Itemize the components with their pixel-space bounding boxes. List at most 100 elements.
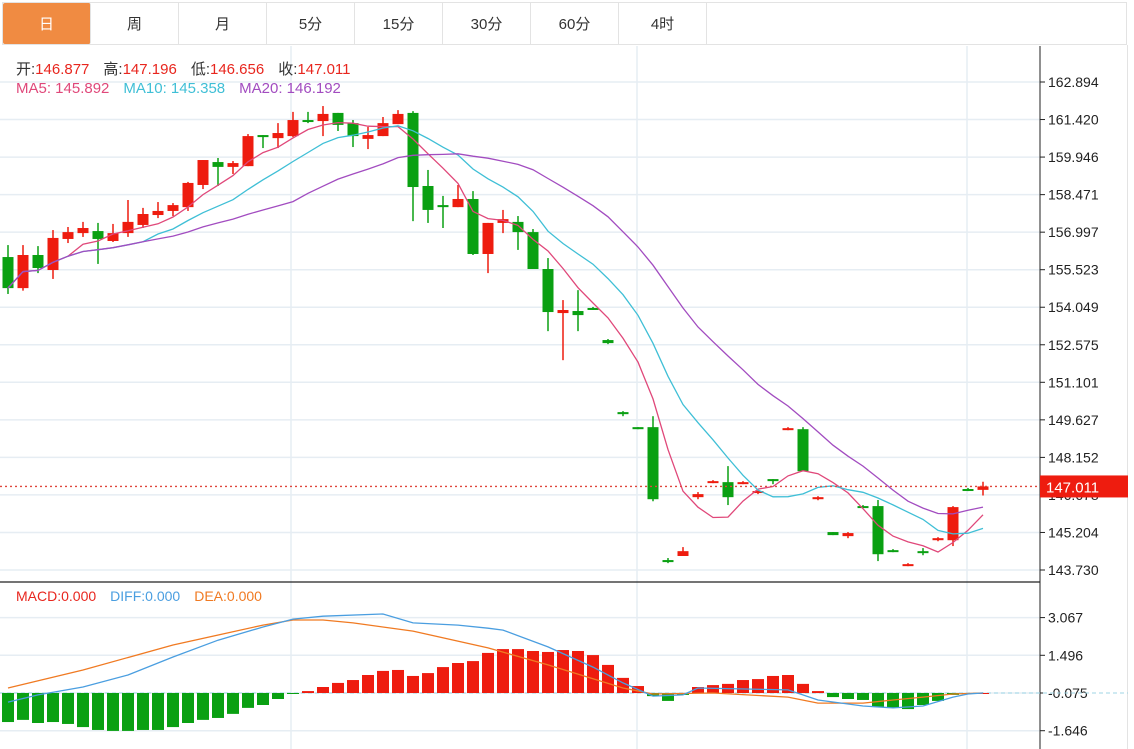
price-axis-label: 155.523: [1048, 262, 1099, 278]
candle-body: [947, 507, 959, 541]
candle: [407, 111, 419, 222]
diff-value: 0.000: [145, 588, 181, 604]
macd-bar: [2, 693, 14, 723]
macd-bar: [452, 663, 464, 693]
candle: [137, 207, 149, 229]
high-label: 高:: [103, 61, 123, 78]
candle: [152, 202, 164, 219]
price-axis-label: 145.204: [1048, 524, 1099, 540]
candle-body: [902, 564, 914, 567]
candle-body: [587, 307, 599, 310]
candle: [692, 492, 704, 500]
candle-body: [137, 214, 149, 225]
macd-bar: [737, 680, 749, 693]
candle-body: [872, 506, 884, 555]
candle: [62, 226, 74, 244]
macd-bar: [587, 655, 599, 693]
candle-body: [962, 489, 974, 492]
candle-body: [287, 120, 299, 137]
candle: [782, 427, 794, 431]
candle-body: [617, 412, 629, 415]
macd-bar: [257, 693, 269, 705]
ohlc-legend: 开:146.877 高:147.196 低:146.656 收:147.011: [16, 58, 351, 79]
candle-body: [677, 551, 689, 556]
macd-bar: [77, 693, 89, 728]
macd-legend: MACD:0.000 DIFF:0.000 DEA:0.000: [16, 588, 262, 604]
candle-body: [362, 135, 374, 139]
macd-bar: [92, 693, 104, 730]
macd-bar: [362, 675, 374, 693]
candle: [2, 245, 14, 294]
ma5-value: MA5: 145.892: [16, 80, 110, 97]
candle: [557, 300, 569, 361]
kline-chart[interactable]: 162.894 161.420 159.946 158.471 156.997 155.5…: [0, 0, 1134, 749]
macd-bar: [107, 693, 119, 731]
macd-bar: [197, 693, 209, 720]
candle: [872, 499, 884, 562]
macd-bar: [437, 667, 449, 693]
diff-label: DIFF:: [110, 588, 146, 604]
macd-bar: [527, 651, 539, 693]
candle: [707, 480, 719, 484]
macd-bar: [467, 661, 479, 693]
macd-bar: [857, 693, 869, 700]
macd-axis-label: 3.067: [1048, 610, 1083, 626]
candle-body: [422, 185, 434, 210]
macd-bar: [227, 693, 239, 714]
candle-body: [662, 560, 674, 563]
candle: [677, 547, 689, 556]
candle: [917, 548, 929, 556]
candle: [467, 191, 479, 256]
candle: [362, 126, 374, 150]
candle: [602, 339, 614, 345]
candle-body: [827, 532, 839, 536]
candle: [617, 411, 629, 417]
macd-axis-label: 1.496: [1048, 647, 1083, 663]
candle-body: [47, 237, 59, 271]
candle-body: [512, 221, 524, 233]
candle: [317, 106, 329, 137]
candle: [257, 135, 269, 149]
low-label: 低:: [190, 61, 210, 78]
candle-body: [32, 255, 44, 268]
macd-bar: [122, 693, 134, 731]
candle-body: [302, 120, 314, 123]
ma-legend: MA5: 145.892 MA10: 145.358 MA20: 146.192: [16, 80, 341, 97]
candle-body: [452, 198, 464, 208]
candle: [452, 184, 464, 208]
candle: [77, 221, 89, 237]
dea-label: DEA:: [194, 588, 227, 604]
candle: [572, 290, 584, 332]
candle-body: [557, 310, 569, 314]
candle-body: [77, 228, 89, 234]
ma5-line: [7, 121, 984, 553]
candle: [302, 111, 314, 124]
candle-body: [467, 198, 479, 254]
candle-body: [887, 550, 899, 553]
macd-bar: [302, 691, 314, 693]
price-axis-label: 151.101: [1048, 374, 1099, 390]
candle-body: [212, 162, 224, 167]
candle: [542, 258, 554, 332]
candle: [827, 532, 839, 536]
open-label: 开:: [16, 61, 36, 78]
price-axis-label: 156.997: [1048, 224, 1099, 240]
macd-bar: [332, 682, 344, 693]
macd-bar: [137, 693, 149, 730]
candle: [647, 416, 659, 502]
candle-body: [197, 160, 209, 185]
candle-body: [692, 494, 704, 498]
macd-bar: [542, 651, 554, 693]
candle: [887, 549, 899, 553]
macd-value: 0.000: [61, 588, 97, 604]
candle-body: [572, 311, 584, 316]
close-label: 收:: [278, 61, 298, 78]
macd-bar: [767, 675, 779, 693]
macd-bar: [317, 687, 329, 693]
candle: [17, 245, 29, 291]
last-price-label: 147.011: [1046, 479, 1099, 496]
macd-bar: [812, 691, 824, 693]
macd-bar: [842, 693, 854, 699]
macd-bar: [167, 693, 179, 728]
candle: [392, 110, 404, 125]
